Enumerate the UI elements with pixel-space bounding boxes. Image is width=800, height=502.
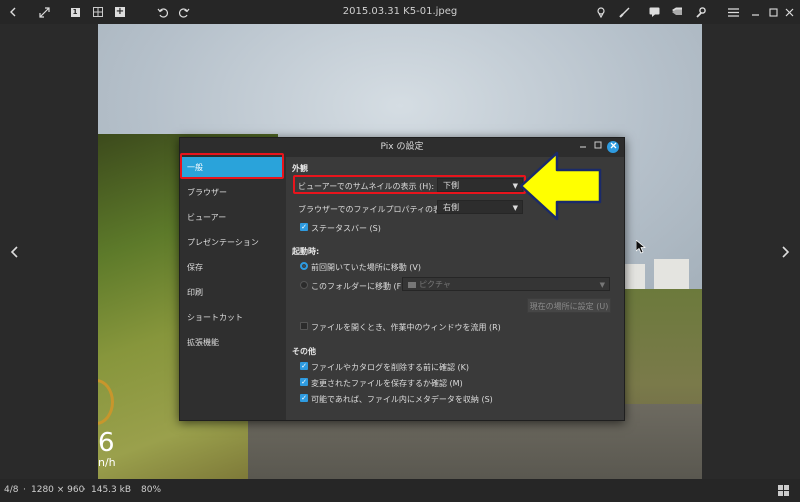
chevron-down-icon: ▼ (512, 182, 518, 190)
comment-icon[interactable] (643, 0, 665, 24)
photo-building (654, 259, 689, 289)
grid-view-icon[interactable] (87, 0, 109, 24)
folder-label: このフォルダーに移動 (F): (311, 282, 408, 291)
statusbar-checkbox[interactable]: ✓ (300, 223, 308, 231)
status-separator: · (83, 485, 86, 495)
thumbnails-icon[interactable] (778, 485, 789, 496)
settings-sidebar: 一般 ブラウザー ビューアー プレゼンテーション 保存 印刷 ショートカット 拡… (180, 157, 286, 420)
wrench-icon[interactable] (689, 0, 711, 24)
statusbar-label: ステータスバー (S) (311, 224, 381, 233)
yellow-arrow-icon (519, 151, 602, 221)
sidebar-item-browser[interactable]: ブラウザー (182, 182, 282, 204)
reuse-window-checkbox[interactable] (300, 322, 308, 330)
folder-value: ピクチャ (419, 280, 451, 289)
browser-properties-value: 右側 (443, 203, 459, 212)
folder-select[interactable]: ピクチャ ▼ (402, 277, 610, 291)
single-view-label: 1 (70, 7, 80, 17)
sidebar-item-save[interactable]: 保存 (182, 257, 282, 279)
add-icon[interactable]: + (109, 0, 131, 24)
confirm-delete-checkbox[interactable]: ✓ (300, 362, 308, 370)
top-toolbar: 1 + 2015.03.31 K5-01.jpeg (0, 0, 800, 24)
confirm-save-label: 変更されたファイルを保存するか確認 (M) (311, 379, 463, 388)
brush-icon[interactable] (613, 0, 635, 24)
last-location-label: 前回開いていた場所に移動 (V) (311, 263, 422, 272)
mouse-cursor-icon (636, 240, 646, 254)
dialog-close-icon[interactable] (607, 141, 619, 153)
sidebar-item-extensions[interactable]: 拡張機能 (182, 332, 282, 354)
image-dimensions: 1280 × 960 (31, 485, 85, 495)
sidebar-item-viewer[interactable]: ビューアー (182, 207, 282, 229)
chevron-down-icon: ▼ (599, 281, 605, 289)
sidebar-item-general[interactable]: 一般 (182, 157, 282, 179)
previous-image-icon[interactable] (5, 240, 25, 264)
confirm-save-checkbox[interactable]: ✓ (300, 378, 308, 386)
viewer-thumbnail-value: 下側 (443, 181, 459, 190)
viewer-thumbnail-select[interactable]: 下側 ▼ (437, 178, 523, 192)
confirm-delete-label: ファイルやカタログを削除する前に確認 (K) (311, 363, 470, 372)
add-label: + (115, 6, 125, 17)
image-filesize: 145.3 kB (91, 485, 132, 495)
last-location-radio[interactable] (300, 262, 308, 270)
startup-heading: 起動時: (292, 247, 320, 256)
next-image-icon[interactable] (775, 240, 795, 264)
status-bar: 4/8 · 1280 × 960 · 145.3 kB 80% (0, 479, 800, 502)
reuse-window-label: ファイルを開くとき、作業中のウィンドウを流用 (R) (311, 323, 501, 332)
close-icon[interactable] (778, 0, 800, 24)
tag-icon[interactable] (666, 0, 688, 24)
viewer-thumbnail-label: ビューアーでのサムネイルの表示 (H): (298, 182, 435, 191)
speed-unit: n/h (98, 456, 116, 469)
folder-icon (408, 281, 416, 288)
save-metadata-label: 可能であれば、ファイル内にメタデータを収納 (S) (311, 395, 493, 404)
appearance-heading: 外観 (292, 164, 308, 173)
sidebar-item-print[interactable]: 印刷 (182, 282, 282, 304)
sidebar-item-presentation[interactable]: プレゼンテーション (182, 232, 282, 254)
undo-icon[interactable] (151, 0, 173, 24)
use-current-location-button[interactable]: 現在の場所に設定 (U) (527, 298, 611, 313)
other-heading: その他 (292, 347, 316, 356)
zoom-level[interactable]: 80% (141, 479, 161, 502)
save-metadata-checkbox[interactable]: ✓ (300, 394, 308, 402)
photo-building (623, 264, 645, 289)
menu-icon[interactable] (722, 0, 744, 24)
single-view-icon[interactable]: 1 (64, 0, 86, 24)
speed-value: 6 (98, 428, 115, 458)
sidebar-item-shortcuts[interactable]: ショートカット (182, 307, 282, 329)
status-separator: · (23, 485, 26, 495)
image-position: 4/8 (4, 485, 19, 495)
browser-properties-select[interactable]: 右側 ▼ (437, 200, 523, 214)
chevron-down-icon: ▼ (512, 204, 518, 212)
folder-radio[interactable] (300, 281, 308, 289)
fullscreen-icon[interactable] (33, 0, 55, 24)
back-icon[interactable] (2, 0, 24, 24)
location-icon[interactable] (590, 0, 612, 24)
redo-icon[interactable] (173, 0, 195, 24)
